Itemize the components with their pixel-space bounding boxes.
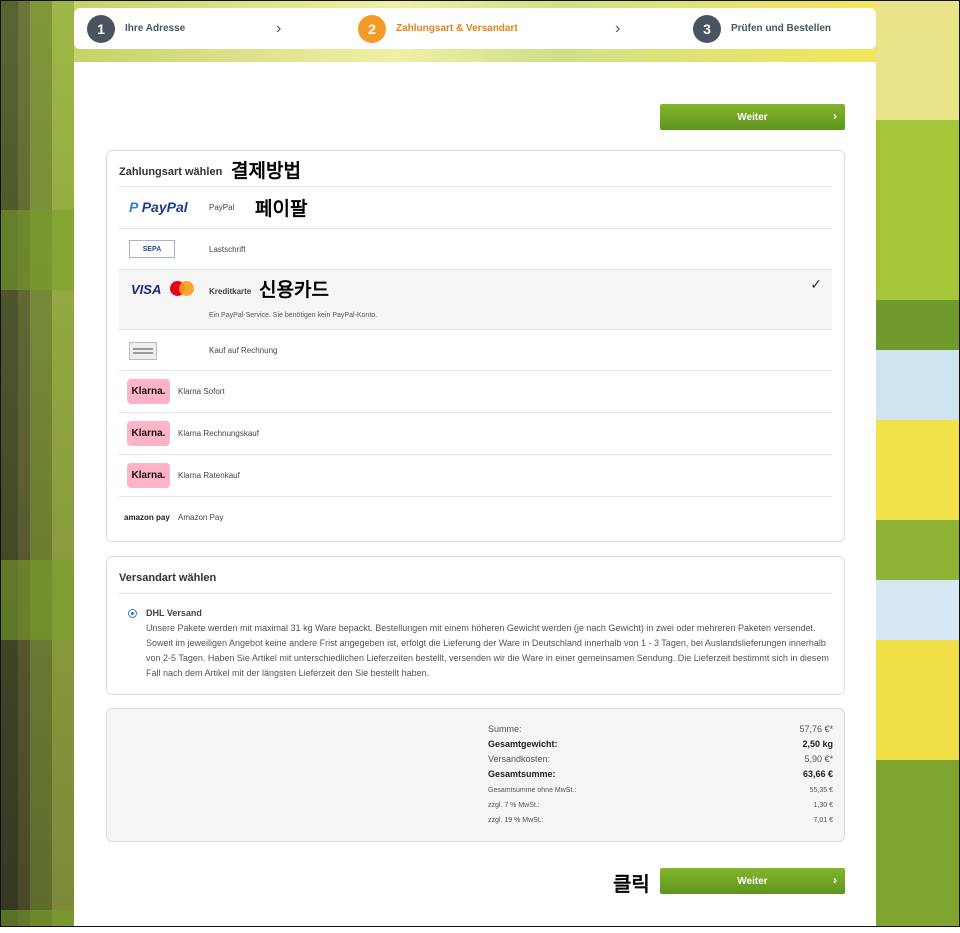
weiter-button-top[interactable]: Weiter › [660, 104, 845, 130]
payment-option-label: Kauf auf Rechnung [209, 346, 278, 355]
chevron-right-icon: › [833, 873, 837, 887]
payment-option-paypal[interactable]: P PayPal PayPal 페이팔 [119, 186, 832, 228]
weiter-label: Weiter [737, 111, 768, 123]
payment-option-label: Kreditkarte [209, 287, 252, 296]
checkout-main-card: Weiter › Zahlungsart wählen 결제방법 P PayPa… [74, 63, 876, 933]
payment-option-klarna-ratenkauf[interactable]: Klarna. Klarna Ratenkauf [119, 454, 832, 496]
divider [119, 593, 832, 594]
weiter-label: Weiter [737, 875, 768, 887]
payment-option-amazon-pay[interactable]: amazon pay Amazon Pay [119, 496, 832, 538]
summary-row-gesamtgewicht: Gesamtgewicht: 2,50 kg [488, 739, 833, 749]
step-address[interactable]: 1 Ihre Adresse [87, 8, 185, 49]
payment-option-kreditkarte[interactable]: VISA Kreditkarte Ein PayPal-Service. Sie… [119, 269, 832, 329]
payment-option-klarna-rechnungskauf[interactable]: Klarna. Klarna Rechnungskauf [119, 412, 832, 454]
step-label: Ihre Adresse [125, 23, 186, 34]
payment-option-label: Lastschrift [209, 245, 246, 254]
chevron-right-icon: › [276, 20, 282, 37]
payment-option-label: Amazon Pay [178, 513, 224, 522]
step-label: Zahlungsart & Versandart [396, 23, 518, 34]
annotation-click: 클릭 [613, 872, 650, 896]
shipping-option-name: DHL Versand [146, 608, 202, 618]
shipping-option-description: Unsere Pakete werden mit maximal 31 kg W… [146, 623, 829, 678]
klarna-logo-icon: Klarna. [127, 421, 170, 446]
summary-row-summe: Summe: 57,76 €* [488, 724, 833, 734]
klarna-logo-icon: Klarna. [127, 379, 170, 404]
summary-row-mwst-7: zzgl. 7 % MwSt.: 1,30 € [488, 802, 833, 809]
summary-row-versandkosten: Versandkosten: 5,90 €* [488, 754, 833, 764]
step-payment-shipping[interactable]: 2 Zahlungsart & Versandart [358, 8, 518, 49]
visa-logo-icon: VISA [131, 282, 162, 297]
payment-method-panel: Zahlungsart wählen 결제방법 P PayPal PayPal … [106, 150, 845, 542]
payment-option-label: Klarna Rechnungskauf [178, 429, 259, 438]
paypal-logo-icon: P PayPal [129, 199, 188, 215]
summary-row-gesamtsumme: Gesamtsumme: 63,66 € [488, 769, 833, 779]
payment-option-label: Klarna Sofort [178, 387, 225, 396]
annotation-paypal: 페이팔 [255, 198, 308, 220]
payment-panel-title: Zahlungsart wählen [119, 166, 223, 178]
payment-option-rechnung[interactable]: Kauf auf Rechnung [119, 329, 832, 370]
payment-option-label: PayPal [209, 203, 235, 212]
step-number: 1 [87, 14, 115, 43]
step-label: Prüfen und Bestellen [731, 23, 832, 34]
summary-row-netto: Gesamtsumme ohne MwSt.: 55,35 € [488, 787, 833, 794]
chevron-right-icon: › [615, 20, 621, 37]
klarna-logo-icon: Klarna. [127, 463, 170, 488]
sepa-logo-icon: SEPA [129, 240, 175, 258]
step-number: 2 [358, 14, 386, 43]
annotation-credit-card: 신용카드 [259, 279, 329, 301]
payment-option-label: Klarna Ratenkauf [178, 471, 240, 480]
annotation-payment-method: 결제방법 [231, 160, 301, 182]
shipping-method-panel: Versandart wählen DHL Versand Unsere Pak… [106, 556, 845, 695]
weiter-button-bottom[interactable]: Weiter › [660, 868, 845, 894]
summary-row-mwst-19: zzgl. 19 % MwSt.: 7,01 € [488, 817, 833, 824]
background-tree [0, 0, 74, 927]
checkmark-icon: ✓ [810, 276, 822, 292]
payment-option-klarna-sofort[interactable]: Klarna. Klarna Sofort [119, 370, 832, 412]
order-summary-panel: Summe: 57,76 €* Gesamtgewicht: 2,50 kg Ver… [106, 708, 845, 842]
shipping-radio-dhl[interactable] [128, 609, 137, 618]
amazon-pay-logo-icon: amazon pay [124, 513, 170, 522]
step-number: 3 [693, 14, 721, 43]
chevron-right-icon: › [833, 109, 837, 123]
payment-option-lastschrift[interactable]: SEPA Lastschrift [119, 228, 832, 269]
mastercard-logo-icon [170, 281, 194, 297]
payment-option-note: Ein PayPal-Service. Sie benötigen kein P… [209, 312, 378, 319]
shipping-panel-title: Versandart wählen [119, 572, 217, 584]
checkout-stepper: 1 Ihre Adresse › 2 Zahlungsart & Versand… [74, 8, 876, 49]
invoice-icon [129, 342, 157, 360]
background-meadow [876, 0, 960, 927]
step-review-order[interactable]: 3 Prüfen und Bestellen [693, 8, 831, 49]
